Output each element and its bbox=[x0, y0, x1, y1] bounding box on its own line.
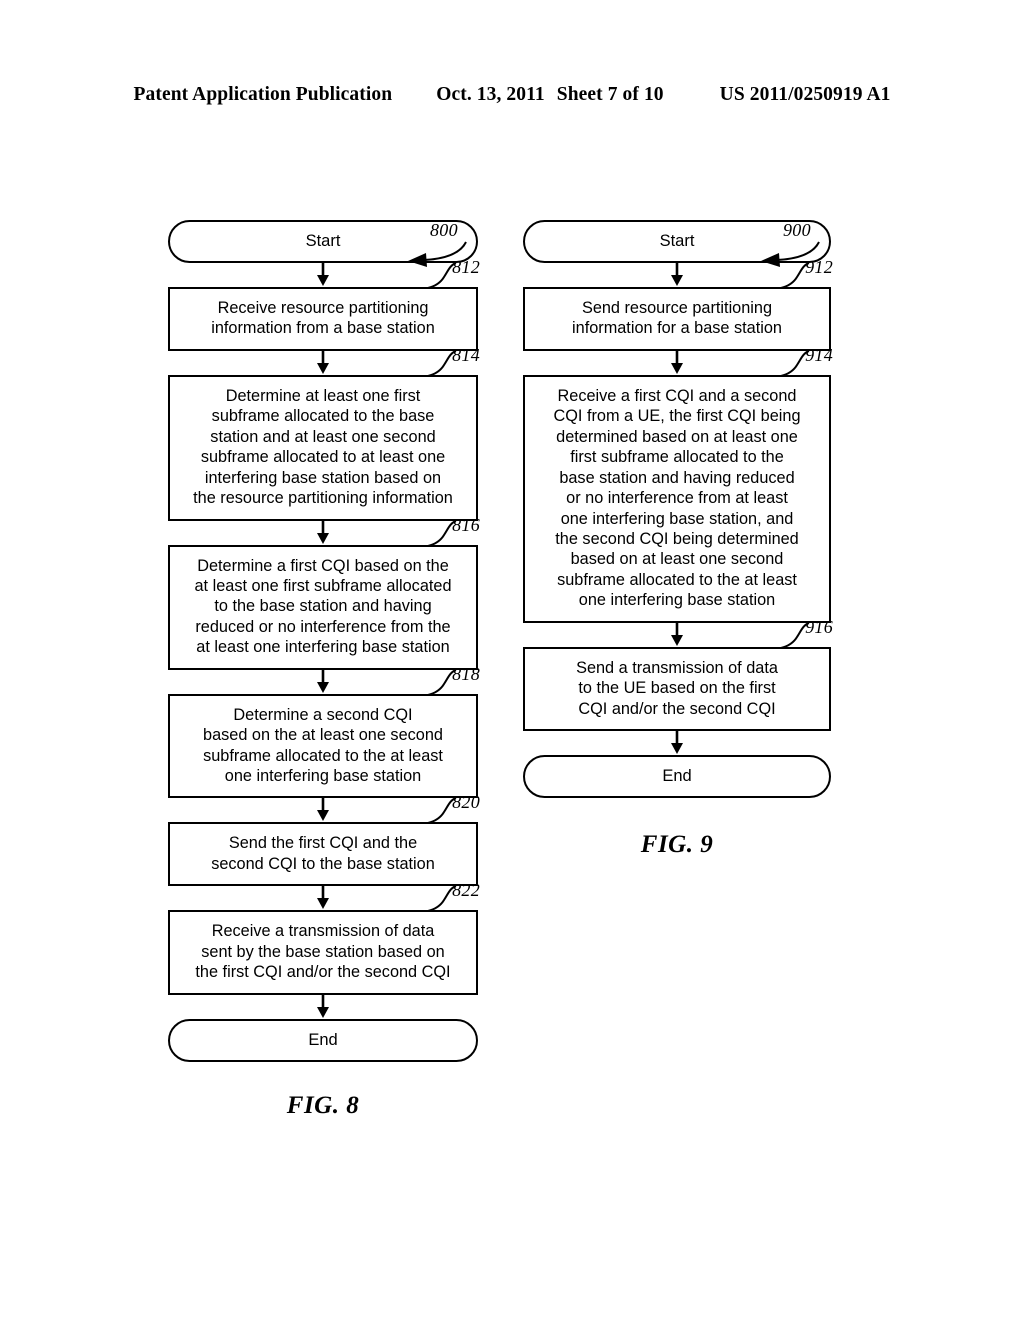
process-node-822: 822 Receive a transmission of data sent … bbox=[168, 880, 480, 995]
figure-caption-9: FIG. 9 bbox=[640, 831, 714, 858]
connector-912-914 bbox=[523, 350, 831, 375]
header-publication-title: Patent Application Publication bbox=[133, 84, 393, 105]
connector-914-916 bbox=[523, 622, 831, 647]
end-label-900: End bbox=[662, 767, 692, 785]
header-document-number: US 2011/0250919 A1 bbox=[719, 84, 891, 105]
process-text-822: Receive a transmission of data sent by t… bbox=[195, 922, 451, 982]
connector-820-822 bbox=[168, 886, 478, 910]
process-node-812: 812 Receive resource partitioning inform… bbox=[168, 257, 480, 351]
connector-818-820 bbox=[168, 798, 478, 822]
start-label-800: Start bbox=[305, 232, 341, 250]
process-node-814: 814 Determine at least one first subfram… bbox=[168, 345, 480, 521]
connector-816-818 bbox=[168, 669, 478, 694]
end-terminator-800: End bbox=[168, 1018, 478, 1062]
process-node-818: 818 Determine a second CQI based on the … bbox=[168, 664, 480, 799]
end-label-800: End bbox=[308, 1030, 338, 1049]
process-node-912: 912 Send resource partitioning informati… bbox=[523, 257, 833, 351]
start-label-900: Start bbox=[659, 232, 695, 250]
end-terminator-900: End bbox=[523, 755, 831, 798]
process-text-816: Determine a first CQI based on the at le… bbox=[194, 556, 452, 657]
process-node-914: 914 Receive a first CQI and a second CQI… bbox=[523, 345, 833, 623]
process-node-816: 816 Determine a first CQI based on the a… bbox=[168, 515, 480, 670]
header-publication-date: Oct. 13, 2011 bbox=[436, 84, 545, 105]
process-text-818: Determine a second CQI based on the at l… bbox=[203, 705, 443, 785]
process-text-912: Send resource partitioning information f… bbox=[572, 299, 782, 338]
process-text-916: Send a transmission of data to the UE ba… bbox=[576, 658, 778, 718]
connector-812-814 bbox=[168, 350, 478, 375]
connector-start-812 bbox=[168, 263, 478, 287]
process-node-916: 916 Send a transmission of data to the U… bbox=[523, 617, 833, 731]
process-text-820: Send the first CQI and the second CQI to… bbox=[211, 834, 435, 873]
page-header: Patent Application Publication Oct. 13, … bbox=[0, 84, 1024, 106]
process-node-820: 820 Send the first CQI and the second CQ… bbox=[168, 792, 480, 887]
header-sheet-number: Sheet 7 of 10 bbox=[556, 84, 664, 105]
flowchart-900: 900 Start 912 Send resource partitioning… bbox=[523, 220, 833, 859]
connector-814-816 bbox=[168, 520, 478, 545]
figure-caption-8: FIG. 8 bbox=[286, 1091, 360, 1119]
process-text-814: Determine at least one first subframe al… bbox=[193, 386, 453, 508]
connector-916-end bbox=[523, 731, 831, 755]
process-text-914: Receive a first CQI and a second CQI fro… bbox=[553, 386, 801, 610]
process-text-812: Receive resource partitioning informatio… bbox=[211, 299, 435, 338]
flowchart-800: 800 Start 812 Receive resource partition… bbox=[168, 220, 480, 1120]
connector-start-912 bbox=[523, 263, 831, 287]
connector-822-end bbox=[168, 994, 478, 1019]
